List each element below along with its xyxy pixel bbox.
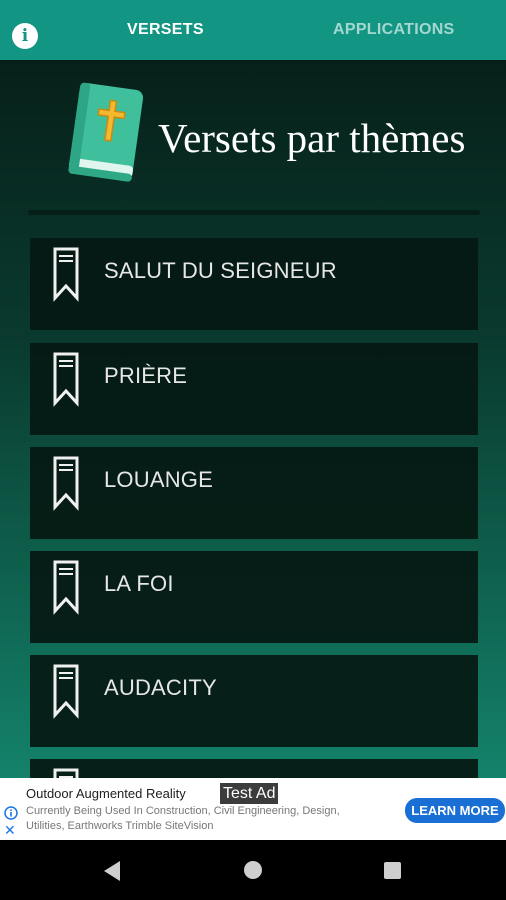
header: Versets par thèmes	[0, 60, 506, 215]
tab-versets[interactable]: VERSETS	[127, 21, 204, 39]
ad-description: Currently Being Used In Construction, Ci…	[26, 805, 340, 832]
theme-label: PRIÈRE	[104, 363, 188, 388]
bible-book-icon	[68, 82, 144, 182]
bookmark-icon	[53, 352, 79, 407]
theme-item-salut[interactable]: SALUT DU SEIGNEUR	[30, 238, 478, 330]
theme-label: SALUT DU SEIGNEUR	[104, 258, 337, 283]
info-icon[interactable]: i	[12, 23, 38, 49]
back-icon[interactable]	[102, 860, 122, 882]
learn-more-button[interactable]: LEARN MORE	[405, 798, 505, 823]
ad-badge: Test Ad	[220, 783, 279, 804]
bookmark-icon	[53, 768, 79, 778]
bookmark-icon	[53, 560, 79, 615]
recents-icon[interactable]	[384, 862, 401, 879]
ad-info-icon[interactable]	[4, 806, 18, 820]
theme-item-partial[interactable]	[30, 759, 478, 778]
page-title: Versets par thèmes	[158, 115, 466, 161]
ad-close-icon[interactable]: ✕	[4, 822, 16, 839]
theme-label: AUDACITY	[104, 675, 217, 700]
theme-label: LA FOI	[104, 571, 174, 596]
bookmark-icon	[53, 456, 79, 511]
home-icon[interactable]	[244, 861, 262, 879]
bookmark-icon	[53, 247, 79, 302]
ad-title: Outdoor Augmented Reality	[26, 786, 186, 801]
divider	[28, 210, 480, 215]
theme-item-la-foi[interactable]: LA FOI	[30, 551, 478, 643]
top-app-bar: i VERSETS APPLICATIONS	[0, 0, 506, 60]
themes-screen: Versets par thèmes SALUT DU SEIGNEUR PRI…	[0, 60, 506, 778]
theme-item-louange[interactable]: LOUANGE	[30, 447, 478, 539]
theme-item-priere[interactable]: PRIÈRE	[30, 343, 478, 435]
theme-label: LOUANGE	[104, 467, 213, 492]
tab-applications[interactable]: APPLICATIONS	[333, 21, 455, 39]
bookmark-icon	[53, 664, 79, 719]
theme-item-audacity[interactable]: AUDACITY	[30, 655, 478, 747]
